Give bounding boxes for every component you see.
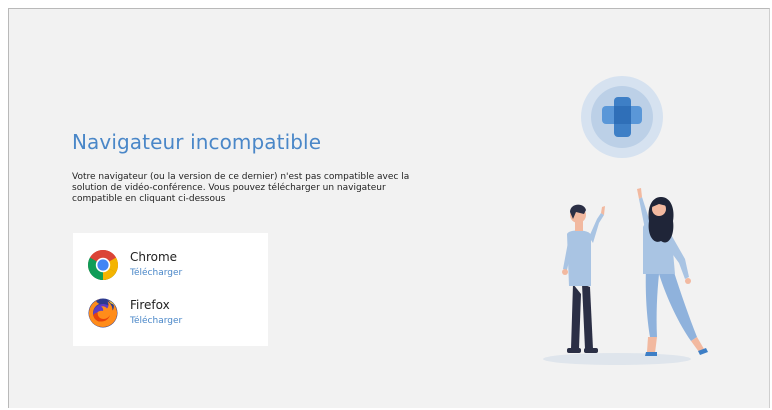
page-title: Navigateur incompatible [72,130,322,154]
firefox-icon [88,298,118,328]
incompatibility-message: Votre navigateur (ou la version de ce de… [72,172,410,204]
browser-name-firefox: Firefox [130,298,170,312]
browser-item-firefox: Firefox Télécharger [87,296,257,330]
browser-list: Chrome Télécharger Firefox Télécharger [73,233,268,346]
download-firefox-link[interactable]: Télécharger [130,316,182,326]
people-illustration [543,76,708,365]
download-chrome-link[interactable]: Télécharger [130,268,182,278]
page-frame: Navigateur incompatible Votre navigateur… [8,8,770,408]
plus-cross-icon [581,76,663,158]
browser-name-chrome: Chrome [130,250,178,264]
woman-figure [637,188,708,356]
browser-item-chrome: Chrome Télécharger [87,248,257,282]
man-figure [562,204,605,353]
chrome-icon [87,250,119,281]
